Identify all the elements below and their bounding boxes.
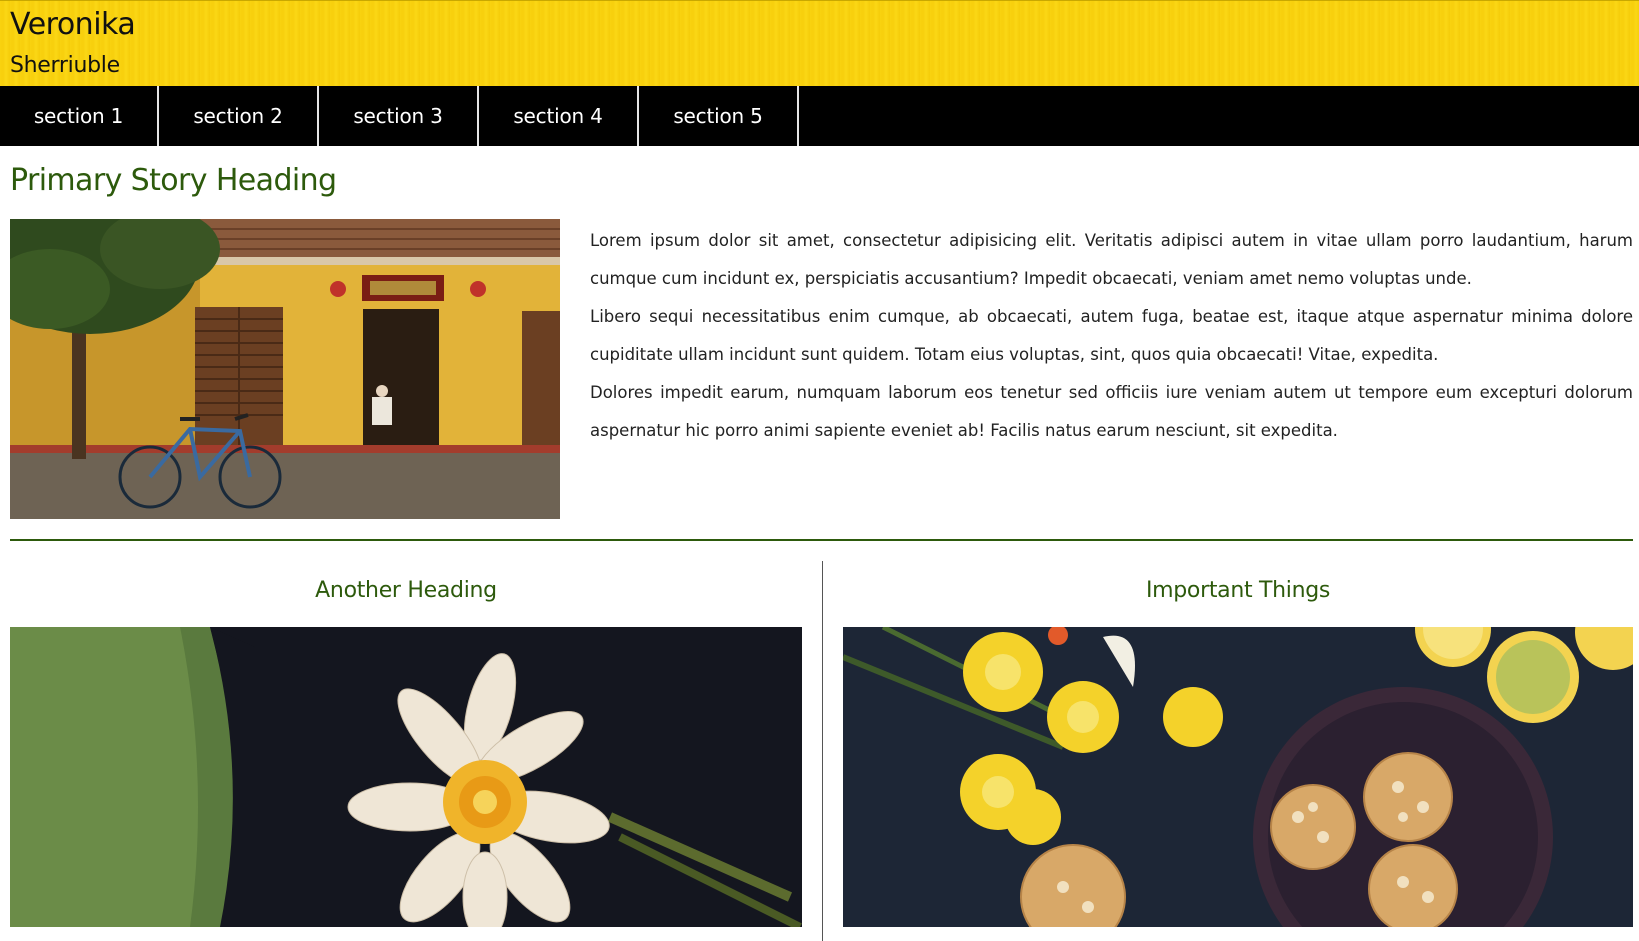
another-heading: Another Heading: [315, 578, 497, 603]
page: Veronika Sherriuble section 1 section 2 …: [0, 0, 1639, 941]
nav-item-section-5[interactable]: section 5: [639, 86, 799, 146]
nav-item-section-4[interactable]: section 4: [479, 86, 639, 146]
primary-story-heading: Primary Story Heading: [10, 163, 337, 198]
flowers-and-cookies-photo: [843, 627, 1633, 927]
site-header: Veronika Sherriuble: [0, 0, 1639, 86]
important-things-heading: Important Things: [1145, 578, 1331, 603]
story-paragraph-3: Dolores impedit earum, numquam laborum e…: [590, 383, 1633, 440]
main-nav: section 1 section 2 section 3 section 4 …: [0, 86, 1639, 146]
section-divider: [10, 539, 1633, 541]
nav-item-section-2[interactable]: section 2: [159, 86, 319, 146]
nav-item-section-1[interactable]: section 1: [0, 86, 159, 146]
street-scene-photo: [10, 219, 560, 519]
water-lily-photo: [10, 627, 802, 927]
site-title[interactable]: Veronika: [10, 7, 136, 42]
story-paragraph-1: Lorem ipsum dolor sit amet, consectetur …: [590, 231, 1633, 288]
site-tagline: Sherriuble: [10, 53, 120, 78]
column-divider: [822, 561, 823, 941]
story-paragraph-2: Libero sequi necessitatibus enim cumque,…: [590, 307, 1633, 364]
primary-story-text: Lorem ipsum dolor sit amet, consectetur …: [590, 222, 1633, 450]
nav-item-section-3[interactable]: section 3: [319, 86, 479, 146]
